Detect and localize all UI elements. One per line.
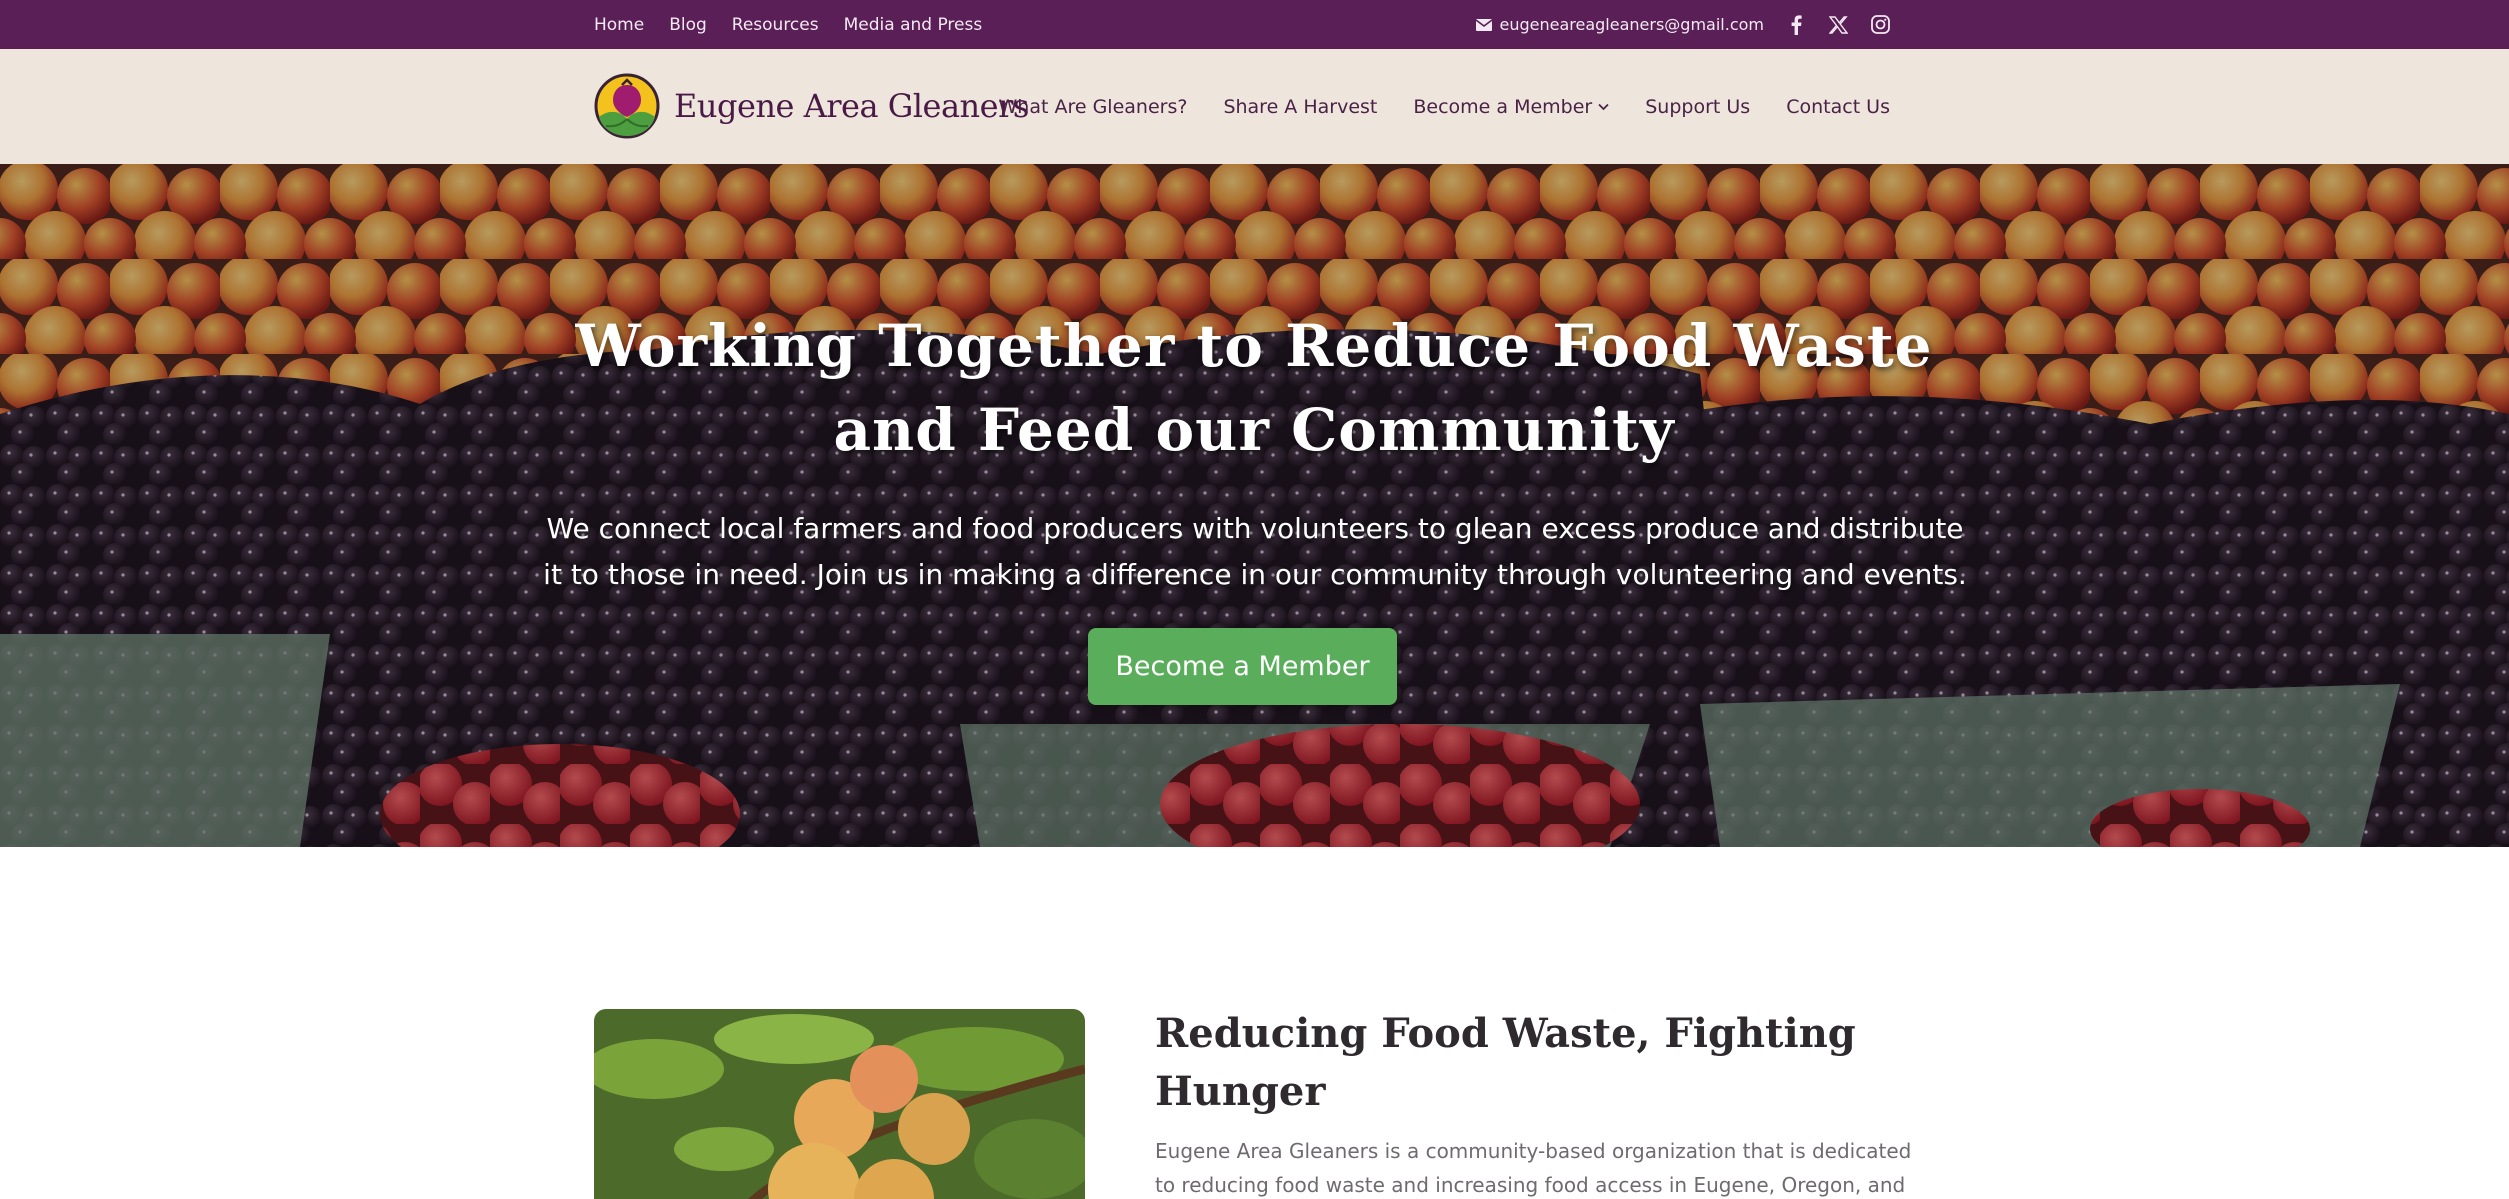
email-text: eugeneareagleaners@gmail.com xyxy=(1499,15,1765,34)
section-body: Eugene Area Gleaners is a community-base… xyxy=(1155,1139,1912,1197)
nav-label: What Are Gleaners? xyxy=(998,95,1188,118)
nav-share-a-harvest[interactable]: Share A Harvest xyxy=(1223,96,1377,118)
top-links: Home Blog Resources Media and Press xyxy=(594,0,982,49)
section-title: Reducing Food Waste, Fighting Hunger xyxy=(1155,1010,1856,1115)
facebook-icon[interactable] xyxy=(1786,14,1806,35)
chevron-down-icon xyxy=(1598,103,1609,110)
nav-support-us[interactable]: Support Us xyxy=(1645,96,1750,118)
nav-label: Contact Us xyxy=(1786,95,1890,118)
top-bar: Home Blog Resources Media and Press euge… xyxy=(0,0,2509,49)
x-icon[interactable] xyxy=(1828,15,1848,35)
become-a-member-button[interactable]: Become a Member xyxy=(1088,628,1397,705)
apples-photo xyxy=(594,1009,1085,1199)
nav-contact-us[interactable]: Contact Us xyxy=(1786,96,1890,118)
top-link-home[interactable]: Home xyxy=(594,15,644,35)
nav-become-a-member[interactable]: Become a Member xyxy=(1413,96,1609,118)
logo-icon xyxy=(594,73,660,139)
brand-link[interactable]: Eugene Area Gleaners xyxy=(594,73,1029,139)
brand-name: Eugene Area Gleaners xyxy=(674,87,1029,125)
hero-section: Working Together to Reduce Food Waste an… xyxy=(0,164,2509,847)
top-link-blog[interactable]: Blog xyxy=(669,15,707,35)
email-link[interactable]: eugeneareagleaners@gmail.com xyxy=(1475,15,1765,34)
nav-what-are-gleaners[interactable]: What Are Gleaners? xyxy=(998,96,1187,118)
top-right: eugeneareagleaners@gmail.com xyxy=(1475,0,1891,49)
nav-label: Support Us xyxy=(1645,95,1751,118)
nav-label: Become a Member xyxy=(1413,95,1593,118)
mail-icon xyxy=(1475,18,1492,31)
site-header: Eugene Area Gleaners What Are Gleaners? … xyxy=(0,49,2509,164)
main-nav: What Are Gleaners? Share A Harvest Becom… xyxy=(998,49,1890,164)
hero-subtitle: We connect local farmers and food produc… xyxy=(543,512,1967,591)
instagram-icon[interactable] xyxy=(1870,15,1890,35)
top-link-media-and-press[interactable]: Media and Press xyxy=(844,15,983,35)
top-link-resources[interactable]: Resources xyxy=(732,15,819,35)
hero-title: Working Together to Reduce Food Waste an… xyxy=(575,312,1933,464)
nav-label: Share A Harvest xyxy=(1223,95,1378,118)
